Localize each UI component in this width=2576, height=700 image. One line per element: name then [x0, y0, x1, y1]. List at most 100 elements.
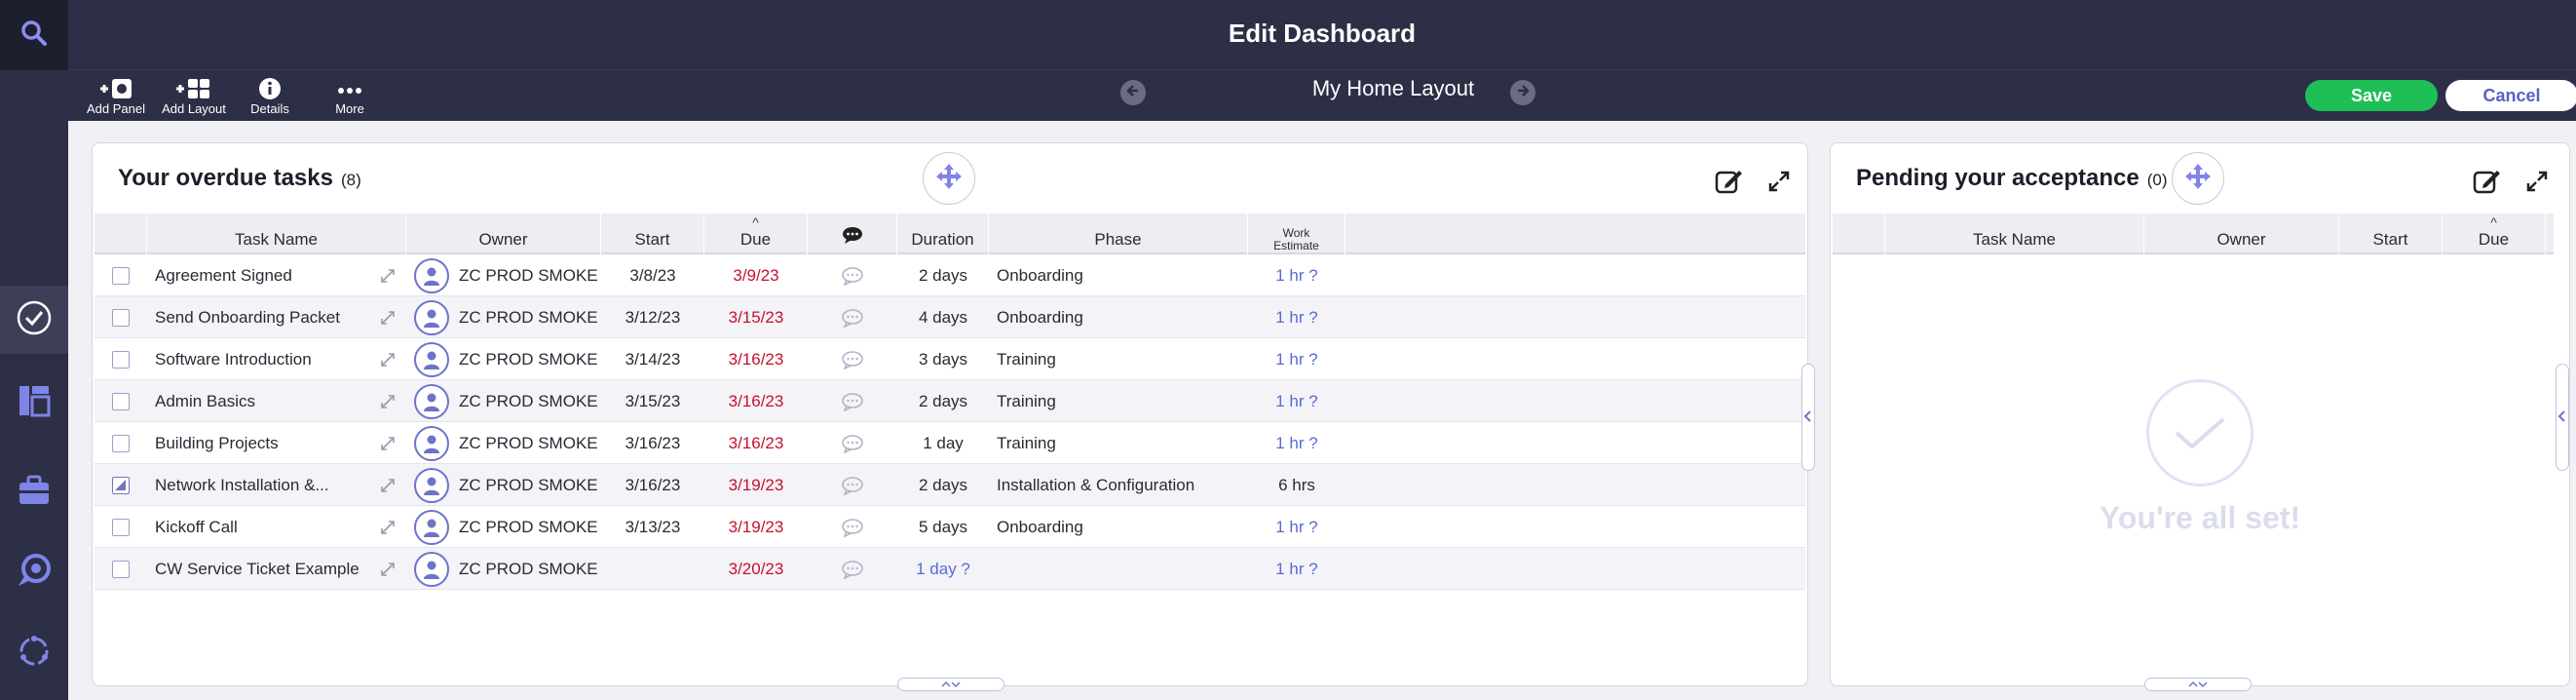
duration-cell[interactable]: 1 day ?: [897, 548, 989, 590]
move-panel-button[interactable]: [2172, 152, 2224, 205]
table-row[interactable]: Send Onboarding Packet ZC PROD SMOKE 3/12/…: [95, 296, 1805, 338]
sidebar-item-support[interactable]: [0, 538, 68, 606]
owner-cell[interactable]: ZC PROD SMOKE: [414, 254, 601, 296]
table-row[interactable]: Admin Basics ZC PROD SMOKE 3/15/23 3/16/23 2…: [95, 380, 1805, 422]
search-button[interactable]: [0, 0, 68, 70]
task-name-cell[interactable]: Software Introduction: [155, 338, 369, 380]
prev-layout-button[interactable]: [1120, 80, 1146, 105]
expand-panel-button[interactable]: [2520, 167, 2554, 200]
owner-cell[interactable]: ZC PROD SMOKE: [414, 464, 601, 506]
open-task-button[interactable]: [369, 338, 406, 380]
row-checkbox[interactable]: [112, 392, 130, 410]
task-name-cell[interactable]: Building Projects: [155, 422, 369, 464]
layout-name: My Home Layout: [1311, 76, 1475, 100]
save-button[interactable]: Save: [2305, 80, 2438, 111]
work-estimate-cell[interactable]: 6 hrs: [1248, 464, 1345, 506]
work-estimate-cell[interactable]: 1 hr ?: [1248, 254, 1345, 296]
edit-panel-button[interactable]: [1712, 167, 1745, 200]
row-checkbox[interactable]: [112, 560, 130, 578]
work-estimate-cell[interactable]: 1 hr ?: [1248, 338, 1345, 380]
sidebar-item-cycle[interactable]: [0, 619, 68, 687]
move-panel-button[interactable]: [923, 152, 975, 205]
col-due[interactable]: ^ Due: [2443, 214, 2546, 254]
due-cell: 3/19/23: [728, 517, 784, 536]
resize-handle[interactable]: [2144, 678, 2252, 691]
open-task-button[interactable]: [369, 422, 406, 464]
comment-button[interactable]: [808, 296, 897, 338]
table-row[interactable]: Kickoff Call ZC PROD SMOKE 3/13/23 3/19/23 5…: [95, 506, 1805, 548]
col-owner[interactable]: Owner: [2144, 214, 2339, 254]
cancel-button[interactable]: Cancel: [2445, 80, 2576, 111]
row-checkbox[interactable]: [112, 518, 130, 536]
work-estimate-cell[interactable]: 1 hr ?: [1248, 296, 1345, 338]
col-task-name[interactable]: Task Name: [1885, 214, 2144, 254]
comment-button[interactable]: [808, 254, 897, 296]
table-row[interactable]: CW Service Ticket Example ZC PROD SMOKE 3/…: [95, 548, 1805, 590]
task-name-cell[interactable]: Agreement Signed: [155, 254, 369, 296]
comment-button[interactable]: [808, 380, 897, 422]
next-layout-button[interactable]: [1510, 80, 1535, 105]
add-layout-button[interactable]: Add Layout: [150, 76, 238, 116]
work-estimate-cell[interactable]: 1 hr ?: [1248, 422, 1345, 464]
task-name-cell[interactable]: Kickoff Call: [155, 506, 369, 548]
edit-icon: [2472, 167, 2501, 201]
comment-button[interactable]: [808, 506, 897, 548]
owner-cell[interactable]: ZC PROD SMOKE: [414, 296, 601, 338]
expand-row-icon: [381, 520, 395, 534]
comment-button[interactable]: [808, 464, 897, 506]
col-start[interactable]: Start: [2339, 214, 2443, 254]
start-cell: 3/13/23: [625, 517, 681, 536]
comment-button[interactable]: [808, 548, 897, 590]
open-task-button[interactable]: [369, 506, 406, 548]
comment-button[interactable]: [808, 422, 897, 464]
comment-button[interactable]: [808, 338, 897, 380]
sidebar-item-dashboard[interactable]: [0, 369, 68, 437]
owner-cell[interactable]: ZC PROD SMOKE: [414, 548, 601, 590]
details-button[interactable]: Details: [226, 76, 314, 116]
table-row[interactable]: Network Installation &... ZC PROD SMOKE 3/…: [95, 464, 1805, 506]
open-task-button[interactable]: [369, 254, 406, 296]
owner-cell[interactable]: ZC PROD SMOKE: [414, 422, 601, 464]
table-row[interactable]: Building Projects ZC PROD SMOKE 3/16/23 3/1…: [95, 422, 1805, 464]
edit-panel-button[interactable]: [2470, 167, 2503, 200]
open-task-button[interactable]: [369, 548, 406, 590]
col-duration[interactable]: Duration: [897, 214, 989, 254]
open-task-button[interactable]: [369, 380, 406, 422]
task-name-cell[interactable]: Admin Basics: [155, 380, 369, 422]
work-estimate-cell[interactable]: 1 hr ?: [1248, 380, 1345, 422]
arrow-right-icon: [1515, 83, 1531, 103]
owner-cell[interactable]: ZC PROD SMOKE: [414, 380, 601, 422]
table-row[interactable]: Agreement Signed ZC PROD SMOKE 3/8/23 3/9/2…: [95, 254, 1805, 296]
col-task-name[interactable]: Task Name: [147, 214, 406, 254]
user-icon: [424, 393, 439, 411]
work-estimate-cell[interactable]: 1 hr ?: [1248, 506, 1345, 548]
row-checkbox[interactable]: [112, 350, 130, 369]
briefcase-icon: [16, 472, 53, 514]
table-row[interactable]: Software Introduction ZC PROD SMOKE 3/14/2…: [95, 338, 1805, 380]
more-button[interactable]: More: [306, 76, 394, 116]
sidebar-item-projects[interactable]: [0, 458, 68, 526]
owner-cell[interactable]: ZC PROD SMOKE: [414, 338, 601, 380]
task-name-cell[interactable]: Send Onboarding Packet: [155, 296, 369, 338]
expand-panel-button[interactable]: [1762, 167, 1796, 200]
task-name-cell[interactable]: Network Installation &...: [155, 464, 369, 506]
resize-handle[interactable]: [897, 678, 1004, 691]
add-panel-button[interactable]: Add Panel: [72, 76, 160, 116]
col-due[interactable]: ^ Due: [704, 214, 808, 254]
task-name-cell[interactable]: CW Service Ticket Example: [155, 548, 369, 590]
row-checkbox[interactable]: [112, 308, 130, 327]
owner-cell[interactable]: ZC PROD SMOKE: [414, 506, 601, 548]
row-checkbox[interactable]: [112, 476, 130, 494]
row-checkbox[interactable]: [112, 266, 130, 285]
col-work-estimate[interactable]: Work Estimate: [1248, 214, 1345, 254]
row-checkbox[interactable]: [112, 434, 130, 452]
collapse-panel-handle[interactable]: [2556, 364, 2569, 471]
open-task-button[interactable]: [369, 464, 406, 506]
sidebar-item-tasks[interactable]: [0, 286, 68, 354]
col-start[interactable]: Start: [601, 214, 704, 254]
open-task-button[interactable]: [369, 296, 406, 338]
collapse-panel-handle[interactable]: [1801, 364, 1815, 471]
col-owner[interactable]: Owner: [406, 214, 601, 254]
work-estimate-cell[interactable]: 1 hr ?: [1248, 548, 1345, 590]
col-phase[interactable]: Phase: [989, 214, 1248, 254]
